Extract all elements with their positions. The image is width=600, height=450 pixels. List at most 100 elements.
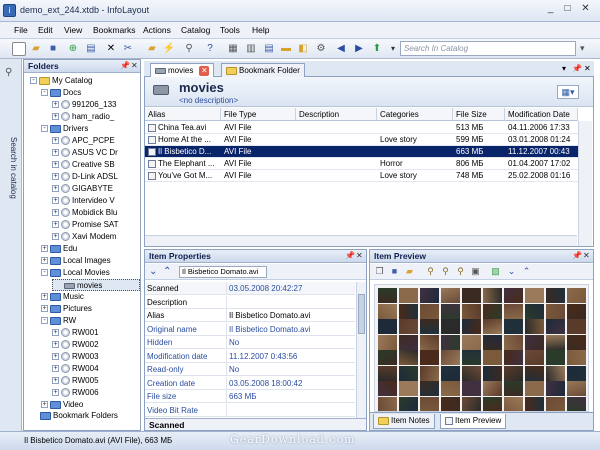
expand-icon[interactable]: + (52, 161, 59, 169)
property-row[interactable]: Read-only No (145, 363, 355, 376)
close-button[interactable]: ✕ (578, 3, 593, 16)
bookmark-folders-item[interactable]: Bookmark Folders (24, 410, 140, 421)
property-row[interactable]: Description (145, 295, 355, 309)
menu-bookmarks[interactable]: Bookmarks (93, 25, 136, 35)
collapse-icon[interactable]: - (41, 269, 48, 277)
expand-icon[interactable]: + (52, 329, 59, 337)
close-tab-icon[interactable]: ✕ (199, 65, 210, 76)
pin-icon[interactable]: 📌 (572, 64, 582, 73)
tab-item-notes[interactable]: Item Notes (373, 414, 435, 429)
back-icon[interactable]: ◀ (334, 42, 348, 56)
expand-icon[interactable]: + (52, 113, 59, 121)
scroll-thumb[interactable] (358, 294, 365, 334)
tree-item[interactable]: + RW005 (52, 375, 140, 387)
search-in-catalog-tab[interactable]: Search in catalog (4, 137, 18, 199)
tree-item[interactable]: - Drivers (41, 123, 140, 135)
menu-view[interactable]: View (64, 25, 82, 35)
vertical-scrollbar[interactable] (578, 121, 592, 246)
expand-icon[interactable]: + (52, 341, 59, 349)
expand-icon[interactable]: + (41, 305, 48, 313)
item-selector[interactable]: Il Bisbetico Domato.avi (179, 266, 267, 278)
cut-icon[interactable]: ✂ (121, 42, 135, 56)
tree-item[interactable]: - Docs (41, 87, 140, 99)
bookmark-icon[interactable]: ◧ (296, 42, 310, 56)
tree-item[interactable]: + RW004 (52, 363, 140, 375)
properties-scrollbar[interactable] (356, 282, 366, 418)
expand-icon[interactable]: + (52, 185, 59, 193)
add-icon[interactable]: ⊕ (66, 42, 80, 56)
tree-item[interactable]: + Pictures (41, 303, 140, 315)
tab-item-preview[interactable]: Item Preview (440, 414, 507, 429)
expand-icon[interactable]: + (52, 197, 59, 205)
expand-icon[interactable]: + (52, 173, 59, 181)
save-icon[interactable]: ■ (389, 266, 400, 277)
help-icon[interactable]: ? (203, 42, 217, 56)
property-row[interactable]: Hidden No (145, 336, 355, 349)
close-pane-icon[interactable]: ✕ (356, 251, 363, 260)
tab-movies[interactable]: movies ✕ (150, 63, 215, 77)
properties-icon[interactable]: ▤ (84, 42, 98, 56)
delete-icon[interactable]: ✕ (104, 42, 118, 56)
expand-icon[interactable]: + (52, 377, 59, 385)
close-pane-icon[interactable]: ✕ (583, 251, 590, 260)
open-icon[interactable]: ▰ (404, 266, 415, 277)
menu-actions[interactable]: Actions (143, 25, 171, 35)
pin-icon[interactable]: 📌 (120, 61, 130, 70)
tree-item[interactable]: + Promise SAT (52, 219, 140, 231)
tree-item[interactable]: movies (52, 279, 140, 291)
menu-tools[interactable]: Tools (220, 25, 240, 35)
tree-item[interactable]: + D-Link ADSL (52, 171, 140, 183)
column-header[interactable]: Modification Date (505, 108, 578, 121)
preview-thumbnail-grid[interactable] (374, 284, 589, 412)
search-catalog-input[interactable]: Search In Catalog (400, 41, 576, 56)
expand-icon[interactable]: + (41, 401, 48, 409)
tree-item[interactable]: + Creative SB (52, 159, 140, 171)
tree-item[interactable]: + GIGABYTE (52, 183, 140, 195)
tree-item[interactable]: + Xavi Modem (52, 231, 140, 243)
forward-icon[interactable]: ▶ (352, 42, 366, 56)
collapse-icon[interactable]: - (41, 125, 48, 133)
column-header[interactable]: File Type (221, 108, 296, 121)
collapse-icon[interactable]: - (41, 89, 48, 97)
tree-item[interactable]: + ASUS VC Dr (52, 147, 140, 159)
collapse-icon[interactable]: - (41, 317, 48, 325)
tree-item[interactable]: + RW003 (52, 351, 140, 363)
folder-icon[interactable]: ▰ (145, 42, 159, 56)
pin-icon[interactable]: 📌 (345, 251, 355, 260)
property-row[interactable]: Original name Il Bisbetico Domato.avi (145, 322, 355, 336)
open-folder-icon[interactable]: ▰ (29, 42, 43, 56)
list-icon[interactable]: ▥ (244, 42, 258, 56)
new-icon[interactable] (12, 42, 26, 56)
tree-item[interactable]: +991206_133 (52, 99, 140, 111)
minimize-button[interactable]: _ (543, 3, 558, 16)
up-arrow-icon[interactable]: ⌃ (521, 266, 532, 277)
tree-item[interactable]: + RW001 (52, 327, 140, 339)
menu-edit[interactable]: Edit (38, 25, 53, 35)
column-header[interactable]: Alias (145, 108, 221, 121)
property-row[interactable]: Creation date 03.05.2008 18:00:42 (145, 376, 355, 390)
collapse-icon[interactable]: - (30, 77, 37, 85)
expand-icon[interactable]: + (52, 209, 59, 217)
property-row[interactable]: Alias Il Bisbetico Domato.avi (145, 309, 355, 322)
tree-item[interactable]: + Mobidick Blu (52, 207, 140, 219)
lightning-icon[interactable]: ⚡ (162, 42, 176, 56)
expand-icon[interactable]: + (52, 137, 59, 145)
search-icon[interactable]: ⚲ (5, 67, 12, 78)
tree-item[interactable]: - RW (41, 315, 140, 327)
tree-item[interactable]: + RW002 (52, 339, 140, 351)
horizontal-scrollbar[interactable] (145, 235, 577, 246)
expand-icon[interactable]: + (52, 221, 59, 229)
view-mode-button[interactable]: ▦▾ (557, 85, 579, 99)
menu-help[interactable]: Help (252, 25, 269, 35)
tree-item[interactable]: + Local Images (41, 255, 140, 267)
find-icon[interactable]: ⚲ (182, 42, 196, 56)
column-header[interactable]: File Size (453, 108, 505, 121)
property-row[interactable]: Modification date 11.12.2007 0:43:56 (145, 349, 355, 363)
expand-icon[interactable]: + (52, 101, 59, 109)
expand-icon[interactable]: + (52, 233, 59, 241)
expand-icon[interactable]: + (41, 257, 48, 265)
expand-icon[interactable]: + (52, 389, 59, 397)
column-header[interactable]: Description (296, 108, 377, 121)
expand-icon[interactable]: + (52, 365, 59, 373)
expand-icon[interactable]: + (41, 293, 48, 301)
